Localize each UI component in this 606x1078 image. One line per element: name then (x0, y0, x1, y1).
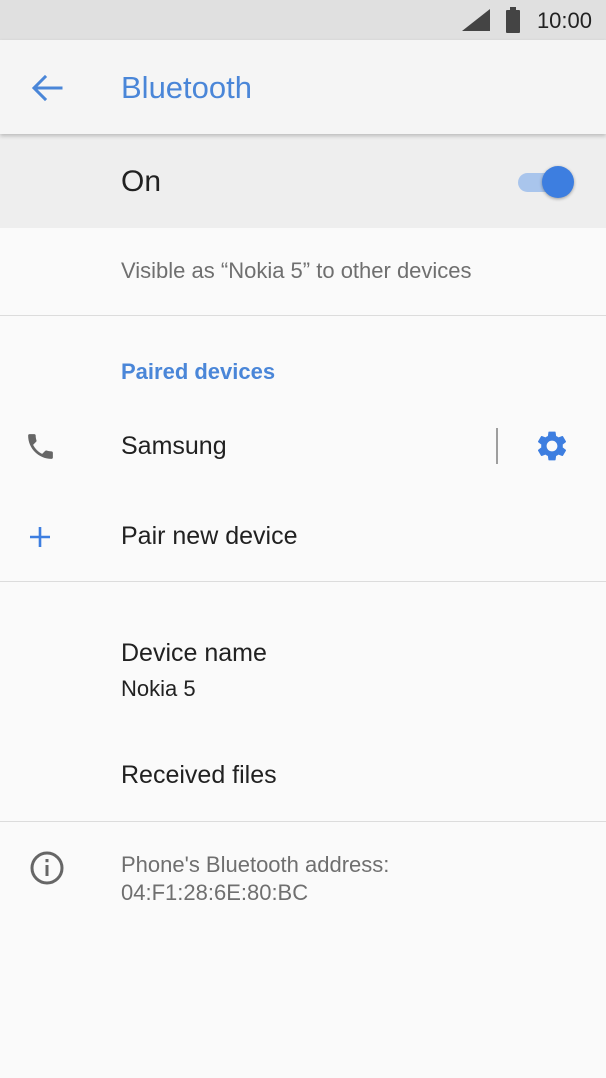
bluetooth-toggle-row[interactable]: On (0, 134, 606, 228)
phone-icon (28, 434, 53, 459)
app-bar: Bluetooth (0, 40, 606, 134)
divider (0, 821, 606, 822)
signal-icon (462, 9, 490, 31)
divider (0, 315, 606, 316)
status-bar: 10:00 (0, 0, 606, 40)
switch-thumb (542, 166, 574, 198)
pair-new-device-label: Pair new device (121, 522, 298, 550)
page-title: Bluetooth (121, 70, 252, 105)
paired-device-name: Samsung (121, 432, 227, 460)
bluetooth-address-text: Phone's Bluetooth address: 04:F1:28:6E:8… (121, 852, 390, 905)
plus-icon (30, 527, 50, 547)
info-icon (30, 851, 64, 885)
received-files-label: Received files (121, 761, 277, 789)
separator (496, 428, 498, 464)
device-name-label: Device name (121, 639, 267, 667)
device-name-value: Nokia 5 (121, 676, 196, 701)
gear-icon[interactable] (534, 428, 570, 464)
bluetooth-toggle-label: On (121, 165, 162, 198)
arrow-back-icon[interactable] (30, 73, 64, 103)
bluetooth-switch[interactable] (518, 164, 574, 200)
battery-icon (506, 7, 520, 33)
divider (0, 581, 606, 582)
visibility-text: Visible as “Nokia 5” to other devices (121, 258, 472, 283)
status-time: 10:00 (536, 8, 592, 33)
paired-devices-heading: Paired devices (121, 359, 276, 384)
